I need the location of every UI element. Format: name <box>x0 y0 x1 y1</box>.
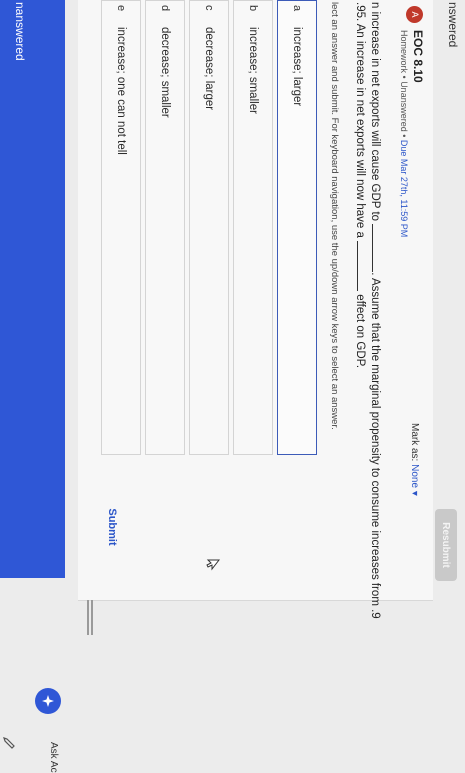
question-text-part: effect on GDP. <box>354 294 366 369</box>
assignment-badge: A <box>406 6 423 23</box>
assistant-icon <box>42 695 54 707</box>
item-status: Unanswered <box>399 81 409 132</box>
choice-letter: c <box>203 5 215 11</box>
item-title: EOC 8.10 <box>411 30 425 83</box>
submit-button[interactable]: Submit <box>102 503 122 551</box>
question-text-line2: .95. An increase in net exports will now… <box>354 2 366 368</box>
choice-text: increase; larger <box>291 27 303 107</box>
choice-text: increase; smaller <box>247 27 259 114</box>
question-text-part: .95. An increase in net exports will now… <box>354 2 366 238</box>
rotated-page: nswered Resubmit A EOC 8.10 Homework • U… <box>0 0 465 773</box>
choice-letter: d <box>159 5 171 12</box>
answer-choice-b[interactable]: b increase; smaller <box>233 0 273 455</box>
resubmit-button[interactable]: Resubmit <box>435 509 457 581</box>
answer-choice-c[interactable]: c decrease; larger <box>189 0 229 455</box>
question-text-part: . Assume that the marginal propensity to… <box>369 272 381 619</box>
answer-blank-1 <box>372 224 373 273</box>
mark-as-label: Mark as: <box>409 423 420 462</box>
instructions-text: lect an answer and submit. For keyboard … <box>329 2 340 430</box>
choice-letter: b <box>247 5 259 12</box>
pencil-icon[interactable] <box>2 736 16 750</box>
answer-choice-e[interactable]: e increase; one can not tell <box>101 0 141 455</box>
question-text-part: n increase in net exports will cause GDP… <box>369 2 381 222</box>
choice-text: decrease; smaller <box>159 27 171 118</box>
ask-assistant-label[interactable]: Ask Ac <box>48 742 59 773</box>
question-text-line1: n increase in net exports will cause GDP… <box>369 2 381 619</box>
answer-choice-d[interactable]: d decrease; smaller <box>145 0 185 455</box>
cursor-icon <box>206 559 220 571</box>
assistant-button[interactable] <box>35 688 61 714</box>
bottom-status-bar <box>0 0 65 578</box>
item-meta: Homework • Unanswered • Due Mar 27th, 11… <box>399 30 409 237</box>
item-due: Due Mar 27th, 11:59 PM <box>399 139 409 238</box>
bottom-status-text: nanswered <box>13 2 27 61</box>
chevron-down-icon[interactable]: ▾ <box>409 491 420 496</box>
top-status-text: nswered <box>446 2 460 48</box>
choice-text: decrease; larger <box>203 27 215 111</box>
choice-letter: a <box>291 5 303 12</box>
mark-as-control[interactable]: Mark as: None ▾ <box>409 423 420 496</box>
answer-choice-a[interactable]: a increase; larger <box>277 0 317 455</box>
item-type: Homework <box>399 30 409 74</box>
mark-as-value[interactable]: None <box>409 464 420 488</box>
choice-letter: e <box>115 5 127 12</box>
answer-blank-2 <box>357 241 358 292</box>
choice-text: increase; one can not tell <box>115 27 127 155</box>
drag-handle[interactable] <box>85 600 95 635</box>
